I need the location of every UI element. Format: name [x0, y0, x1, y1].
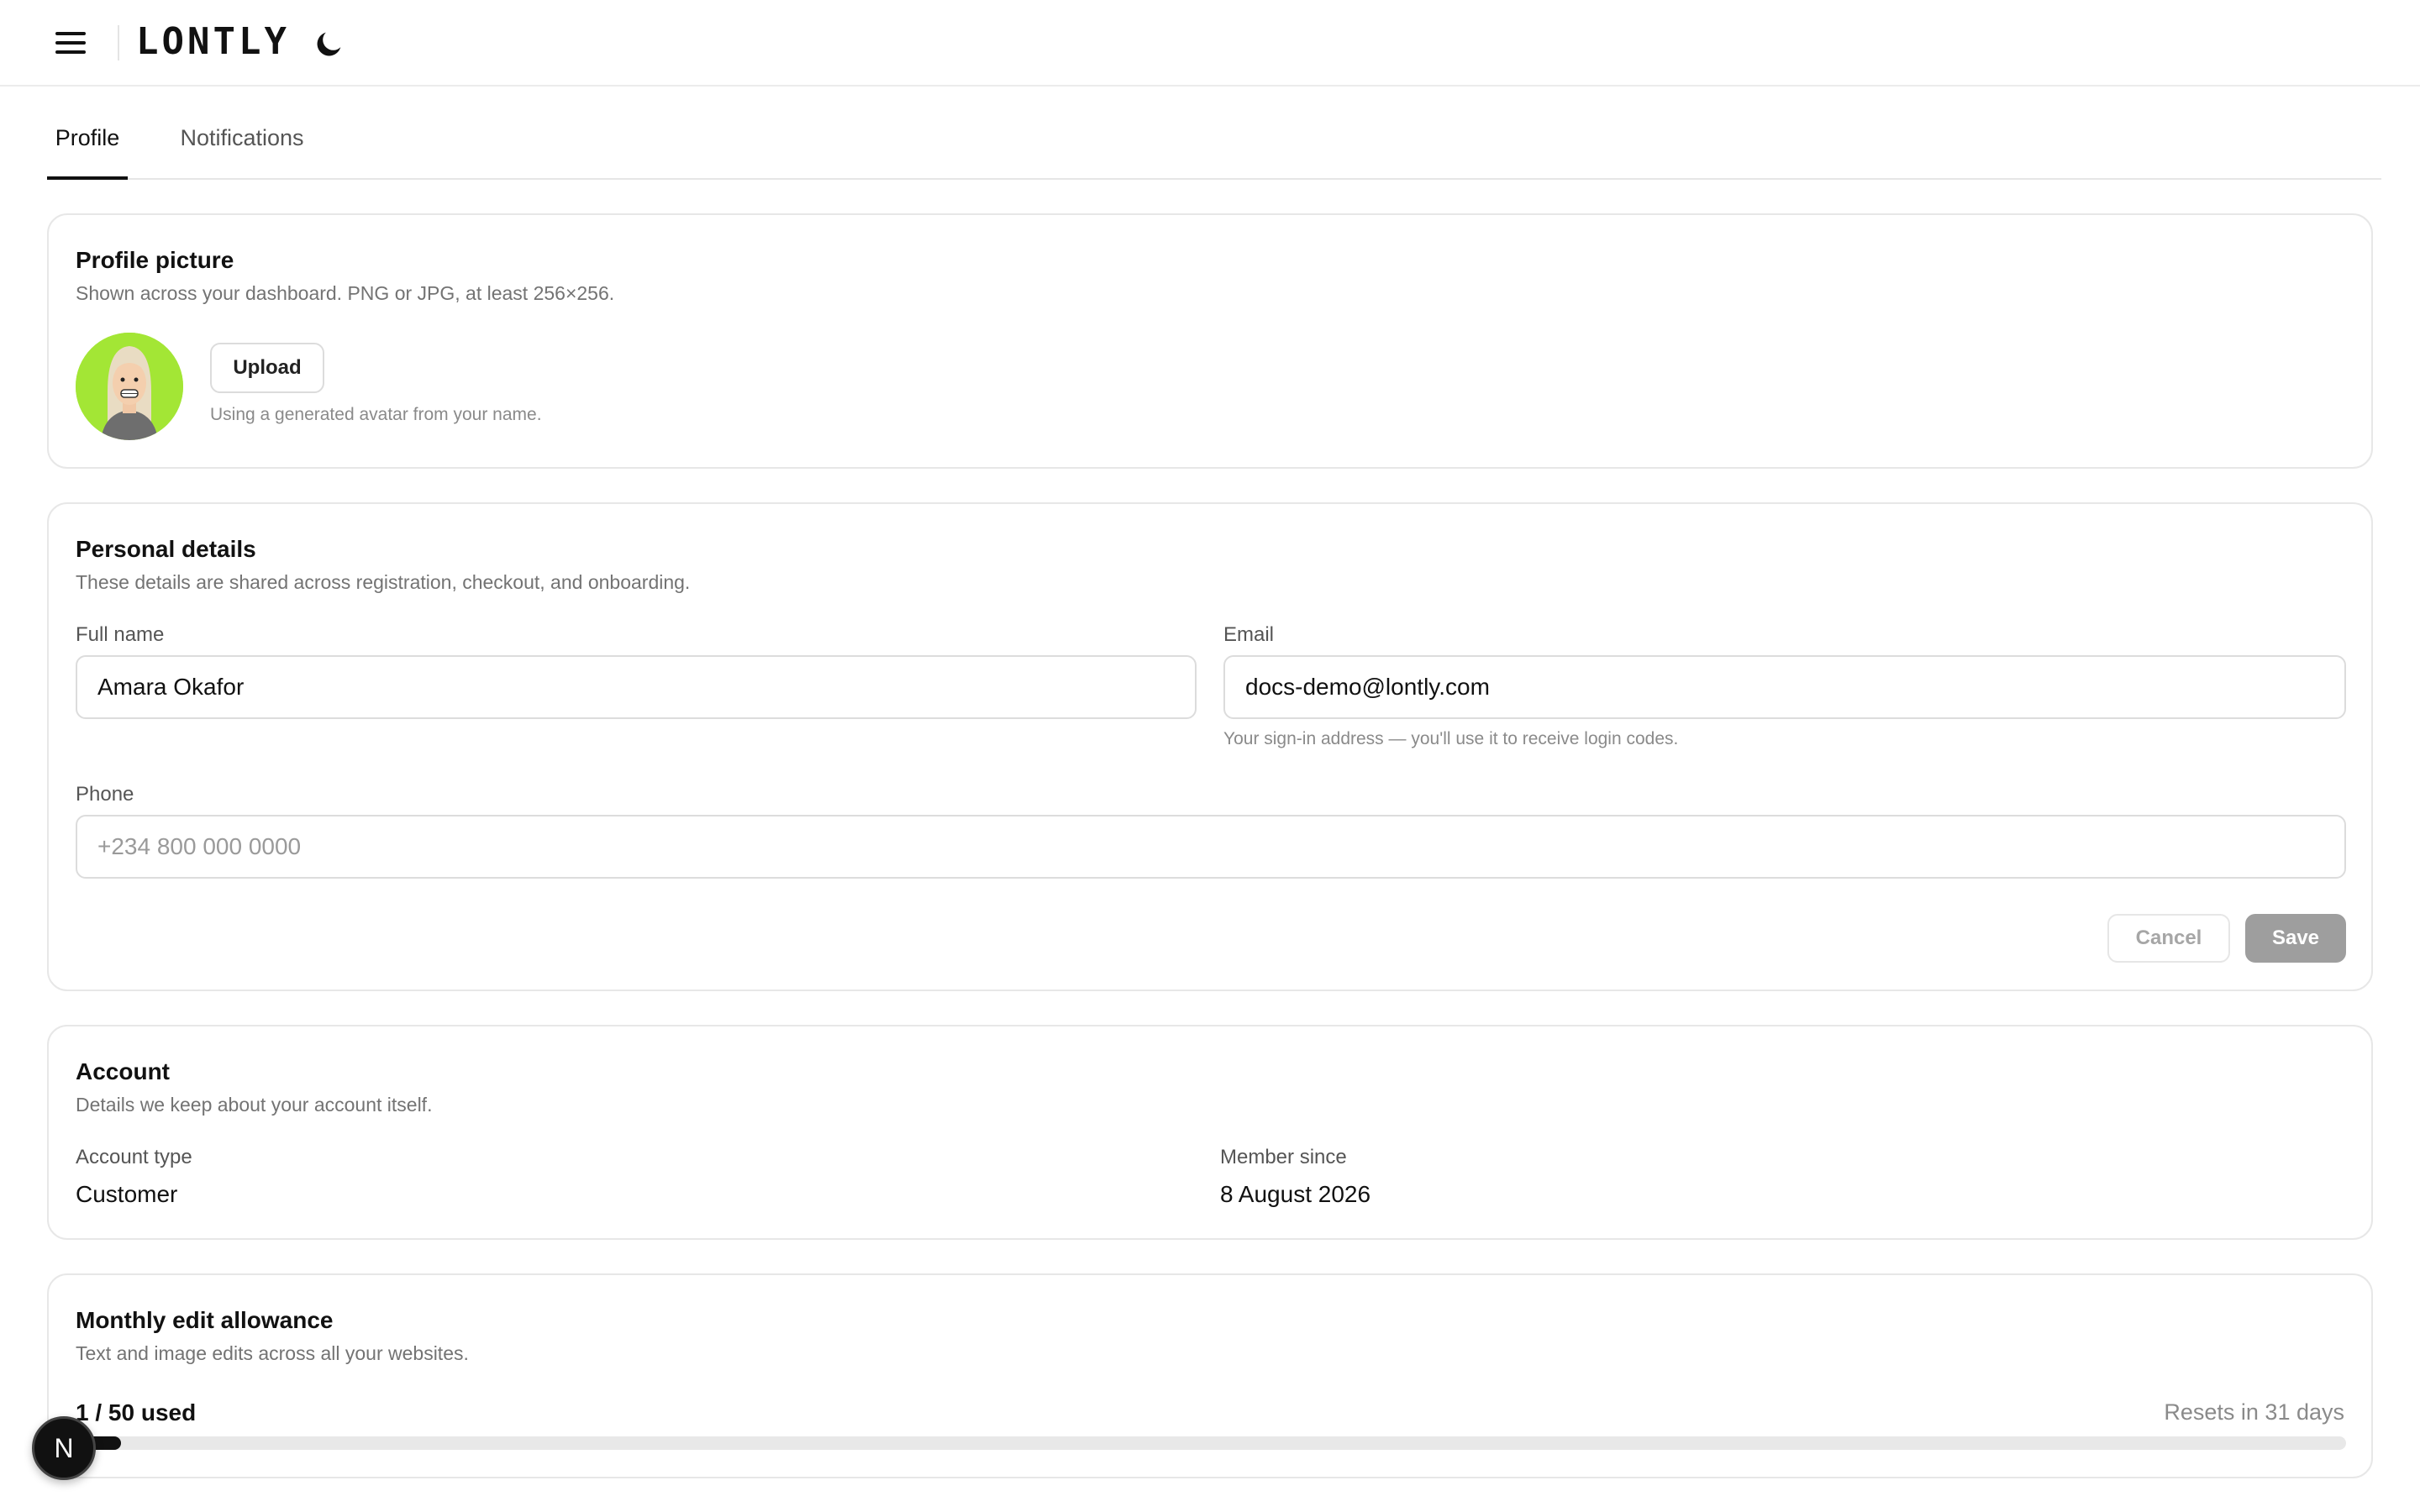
save-button[interactable]: Save: [2245, 914, 2346, 963]
upload-button[interactable]: Upload: [210, 343, 324, 393]
member-since-value: 8 August 2026: [1220, 1181, 1371, 1207]
phone-input[interactable]: [76, 815, 2346, 879]
account-subtitle: Details we keep about your account itsel…: [76, 1094, 433, 1116]
avatar-hint: Using a generated avatar from your name.: [210, 405, 542, 424]
usage-count: 1 / 50 used: [76, 1399, 197, 1425]
tab-notifications[interactable]: Notifications: [175, 101, 309, 180]
settings-tabs: Profile Notifications: [47, 101, 2381, 180]
resets-text: Resets in 31 days: [2164, 1399, 2344, 1425]
hamburger-menu-icon[interactable]: [49, 29, 92, 57]
floating-n-badge[interactable]: N: [32, 1416, 96, 1480]
usage-progress-bar: [76, 1436, 2346, 1450]
logo[interactable]: LONTLY: [136, 18, 290, 66]
account-type-value: Customer: [76, 1181, 178, 1207]
profile-picture-subtitle: Shown across your dashboard. PNG or JPG,…: [76, 282, 615, 304]
personal-details-subtitle: These details are shared across registra…: [76, 571, 691, 593]
header-divider: [118, 25, 119, 60]
n-badge-letter: N: [54, 1432, 74, 1463]
phone-label: Phone: [76, 783, 134, 806]
edit-allowance-card: Monthly edit allowance Text and image ed…: [47, 1273, 2373, 1478]
full-name-label: Full name: [76, 623, 165, 646]
personal-details-title: Personal details: [76, 536, 256, 562]
moon-icon[interactable]: [313, 27, 346, 60]
tab-profile[interactable]: Profile: [47, 101, 128, 180]
account-card: Account Details we keep about your accou…: [47, 1025, 2373, 1240]
email-label: Email: [1223, 623, 1275, 646]
top-bar: LONTLY: [0, 0, 2420, 87]
allowance-subtitle: Text and image edits across all your web…: [76, 1342, 469, 1364]
personal-details-card: Personal details These details are share…: [47, 502, 2373, 991]
email-hint: Your sign-in address — you'll use it to …: [1223, 729, 1679, 748]
email-input[interactable]: [1223, 655, 2346, 719]
account-title: Account: [76, 1058, 170, 1084]
profile-picture-card: Profile picture Shown across your dashbo…: [47, 213, 2373, 469]
account-type-label: Account type: [76, 1146, 192, 1168]
member-since-label: Member since: [1220, 1146, 1347, 1168]
cancel-button[interactable]: Cancel: [2107, 914, 2230, 963]
avatar: [76, 333, 183, 440]
profile-picture-title: Profile picture: [76, 247, 234, 273]
allowance-title: Monthly edit allowance: [76, 1307, 334, 1333]
full-name-input[interactable]: [76, 655, 1197, 719]
